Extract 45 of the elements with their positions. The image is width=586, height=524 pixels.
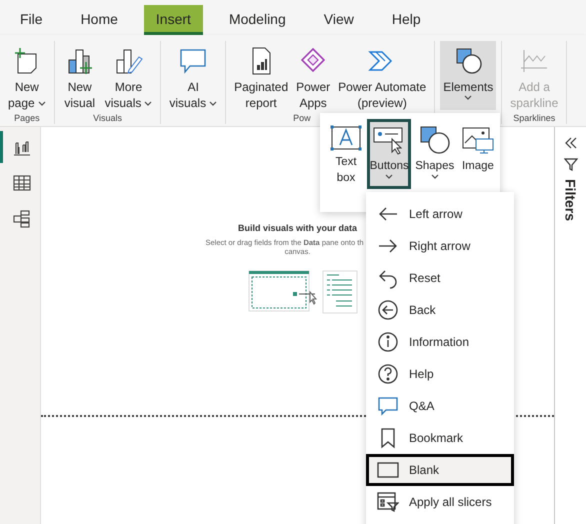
ribbon-tab[interactable]: File (8, 5, 55, 35)
table-icon (12, 173, 32, 193)
ribbon-tab[interactable]: Insert (144, 5, 203, 35)
menu-item[interactable]: Q&A (366, 390, 514, 422)
ribbon-button[interactable]: Power Apps (293, 41, 334, 111)
speech-bubble-icon (377, 395, 399, 417)
menu-item[interactable]: Right arrow (366, 230, 514, 262)
menu-item[interactable]: Information (366, 326, 514, 358)
menu-item[interactable]: Left arrow (366, 198, 514, 230)
ribbon-button[interactable]: More visuals (102, 41, 156, 111)
image-monitor-icon (460, 125, 495, 155)
filters-pane-title: Filters (562, 179, 578, 222)
ribbon-button[interactable]: New visual (60, 41, 100, 111)
menu-item[interactable]: Back (366, 294, 514, 326)
menu-item[interactable]: Help (366, 358, 514, 390)
element-button[interactable]: Image (458, 119, 498, 189)
menu-item[interactable]: Apply all slicers (366, 486, 514, 518)
ribbon-tab[interactable]: Home (68, 5, 130, 35)
help-icon (377, 363, 399, 385)
menu-item[interactable]: Bookmark (366, 422, 514, 454)
ribbon-button[interactable]: Elements (440, 41, 496, 110)
group-label: Pow (292, 112, 312, 125)
text-box-icon (329, 123, 364, 153)
element-button[interactable]: Text box (326, 119, 366, 189)
filter-icon (564, 157, 578, 171)
model-icon (12, 209, 32, 229)
shapes-icon (418, 125, 452, 155)
collapse-icon[interactable] (564, 137, 578, 149)
group-label: Pages (13, 112, 41, 125)
ribbon-tab[interactable]: Modeling (216, 5, 298, 35)
ribbon-tab[interactable]: Help (380, 5, 433, 35)
information-icon (377, 331, 399, 353)
menu-item[interactable]: Reset (366, 262, 514, 294)
ribbon-button[interactable]: Power Automate (preview) (335, 41, 430, 111)
ribbon-button[interactable]: AI visuals (166, 41, 220, 111)
group-label: Visuals (92, 112, 123, 125)
ribbon-button[interactable]: Paginated report (231, 41, 292, 111)
menu-item[interactable]: Blank (366, 454, 514, 486)
back-circle-icon (377, 299, 399, 321)
empty-state-title: Build visuals with your data (238, 223, 358, 233)
ribbon-tab[interactable]: View (312, 5, 366, 35)
group-label: Sparklines (512, 112, 556, 125)
slicer-filter-icon (377, 491, 399, 513)
ribbon-button[interactable]: New page (5, 41, 49, 111)
element-button[interactable]: Shapes (412, 119, 457, 189)
